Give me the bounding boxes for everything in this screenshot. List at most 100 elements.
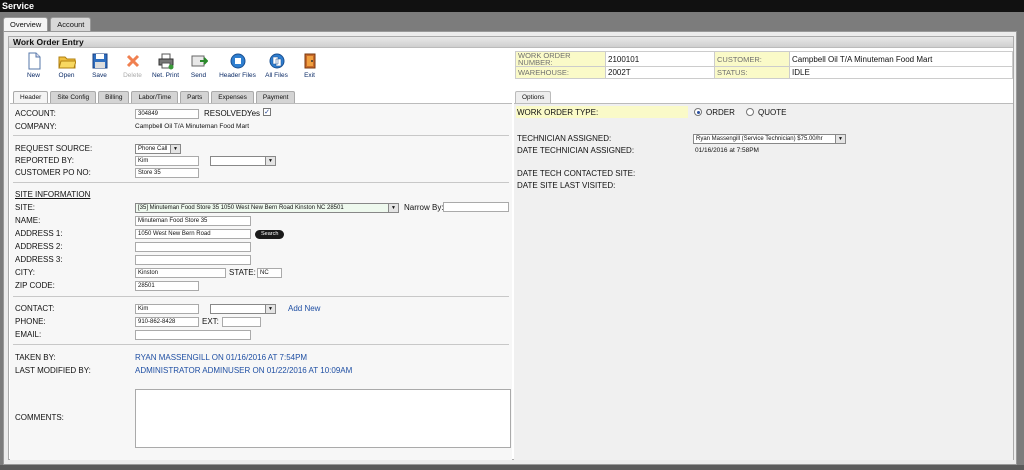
phone-field[interactable]: 910-862-8428 [135,317,199,327]
comments-textarea[interactable] [135,389,511,448]
narrow-by-field[interactable] [443,202,509,212]
warehouse-label: WAREHOUSE: [515,66,606,79]
city-field[interactable]: Kinston [135,268,226,278]
customer-po-field[interactable]: Store 35 [135,168,199,178]
new-button[interactable]: New [17,52,50,79]
resolved-label: RESOLVED: [204,109,250,118]
reported-by-select[interactable]: ▼ [210,156,276,166]
bottom-bar [0,465,1024,470]
chevron-down-icon: ▼ [265,157,275,165]
address-search-button[interactable]: Search [255,230,285,239]
account-field[interactable]: 304849 [135,109,199,119]
resolved-checkbox[interactable]: ✓ [263,108,271,116]
divider [13,182,509,183]
site-select[interactable]: [35] Minuteman Food Store 35 1050 West N… [135,203,399,213]
resolved-yes-label: Yes [247,109,261,118]
add-new-contact-link[interactable]: Add New [288,304,320,313]
last-modified-label: LAST MODIFIED BY: [15,366,91,375]
state-label: STATE: [229,268,256,277]
customer-label: CUSTOMER: [714,51,790,67]
address1-field[interactable]: 1050 West New Bern Road [135,229,251,239]
phone-label: PHONE: [15,317,46,326]
zip-field[interactable]: 28501 [135,281,199,291]
tab-payment[interactable]: Payment [255,91,296,103]
chevron-down-icon: ▼ [170,145,180,153]
exit-button[interactable]: Exit [293,52,326,79]
new-document-icon [28,52,40,70]
customer-value: Campbell Oil T/A Minuteman Food Mart [789,51,1013,67]
warehouse-value: 2002T [605,66,715,79]
quote-label: QUOTE [758,108,787,117]
send-button[interactable]: Send [182,52,215,79]
tab-site-config[interactable]: Site Config [50,91,97,103]
save-button[interactable]: Save [83,52,116,79]
all-files-label: All Files [265,72,288,79]
wo-type-label: WORK ORDER TYPE: [517,108,599,117]
open-label: Open [58,72,75,79]
delete-button[interactable]: Delete [116,52,149,79]
taken-by-label: TAKEN BY: [15,353,56,362]
tab-parts[interactable]: Parts [180,91,210,103]
all-files-button[interactable]: All Files [260,52,293,79]
contact-field[interactable]: Kim [135,304,199,314]
tab-options[interactable]: Options [515,91,552,103]
tab-account[interactable]: Account [50,17,92,31]
chevron-down-icon: ▼ [388,204,398,212]
wo-number-label: WORK ORDER NUMBER: [515,51,606,67]
open-button[interactable]: Open [50,52,83,79]
tab-header[interactable]: Header [13,91,49,103]
reported-by-label: REPORTED BY: [15,156,74,165]
address3-label: ADDRESS 3: [15,255,63,264]
site-value: [35] Minuteman Food Store 35 1050 West N… [138,205,344,211]
date-visited-label: DATE SITE LAST VISITED: [517,181,616,190]
send-icon [191,55,208,67]
email-label: EMAIL: [15,330,42,339]
order-radio[interactable] [694,108,702,116]
company-value: Campbell Oil T/A Minuteman Food Mart [135,123,250,130]
site-info-heading: SITE INFORMATION [15,190,91,199]
chevron-down-icon: ▼ [265,305,275,313]
header-files-label: Header Files [219,72,256,79]
wo-number-value: 2100101 [605,51,715,67]
email-field[interactable] [135,330,251,340]
reported-by-field[interactable]: Kim [135,156,199,166]
delete-label: Delete [123,72,142,79]
tab-billing[interactable]: Billing [98,91,130,103]
save-label: Save [92,72,107,79]
taken-by-value: RYAN MASSENGILL ON 01/16/2016 AT 7:54PM [135,353,308,362]
printer-icon [158,53,173,70]
account-label: ACCOUNT: [15,109,56,118]
section-title: Work Order Entry [9,37,1013,48]
exit-label: Exit [304,72,315,79]
toolbar: New Open Save Delete Net. Print Send Hea… [17,52,326,79]
inner-tabbar: Header Site Config Billing Labor/Time Pa… [13,91,296,103]
technician-select[interactable]: Ryan Massengill (Service Technician) $75… [693,134,846,144]
exit-door-icon [304,53,315,69]
site-name-field[interactable]: Minuteman Food Store 35 [135,216,251,226]
quote-radio[interactable] [746,108,754,116]
address3-field[interactable] [135,255,251,265]
state-field[interactable]: NC [257,268,282,278]
tab-overview[interactable]: Overview [3,17,49,31]
options-panel: WORK ORDER TYPE: ORDER QUOTE TECHNICIAN … [514,103,1013,460]
divider [13,135,509,136]
technician-label: TECHNICIAN ASSIGNED: [517,134,612,143]
ext-field[interactable] [222,317,261,327]
request-source-select[interactable]: Phone Call ▼ [135,144,181,154]
technician-value: Ryan Massengill (Service Technician) $75… [696,136,823,142]
address1-label: ADDRESS 1: [15,229,63,238]
tab-expenses[interactable]: Expenses [211,91,254,103]
tab-labor-time[interactable]: Labor/Time [131,91,179,103]
divider [13,344,509,345]
all-files-icon [269,53,284,69]
delete-x-icon [126,54,139,68]
address2-field[interactable] [135,242,251,252]
company-label: COMPANY: [15,122,57,131]
header-files-button[interactable]: Header Files [215,52,260,79]
zip-label: ZIP CODE: [15,281,55,290]
divider [13,296,509,297]
contact-select[interactable]: ▼ [210,304,276,314]
city-label: CITY: [15,268,36,277]
date-tech-assigned-value: 01/16/2016 at 7:58PM [695,147,759,154]
net-print-button[interactable]: Net. Print [149,52,182,79]
